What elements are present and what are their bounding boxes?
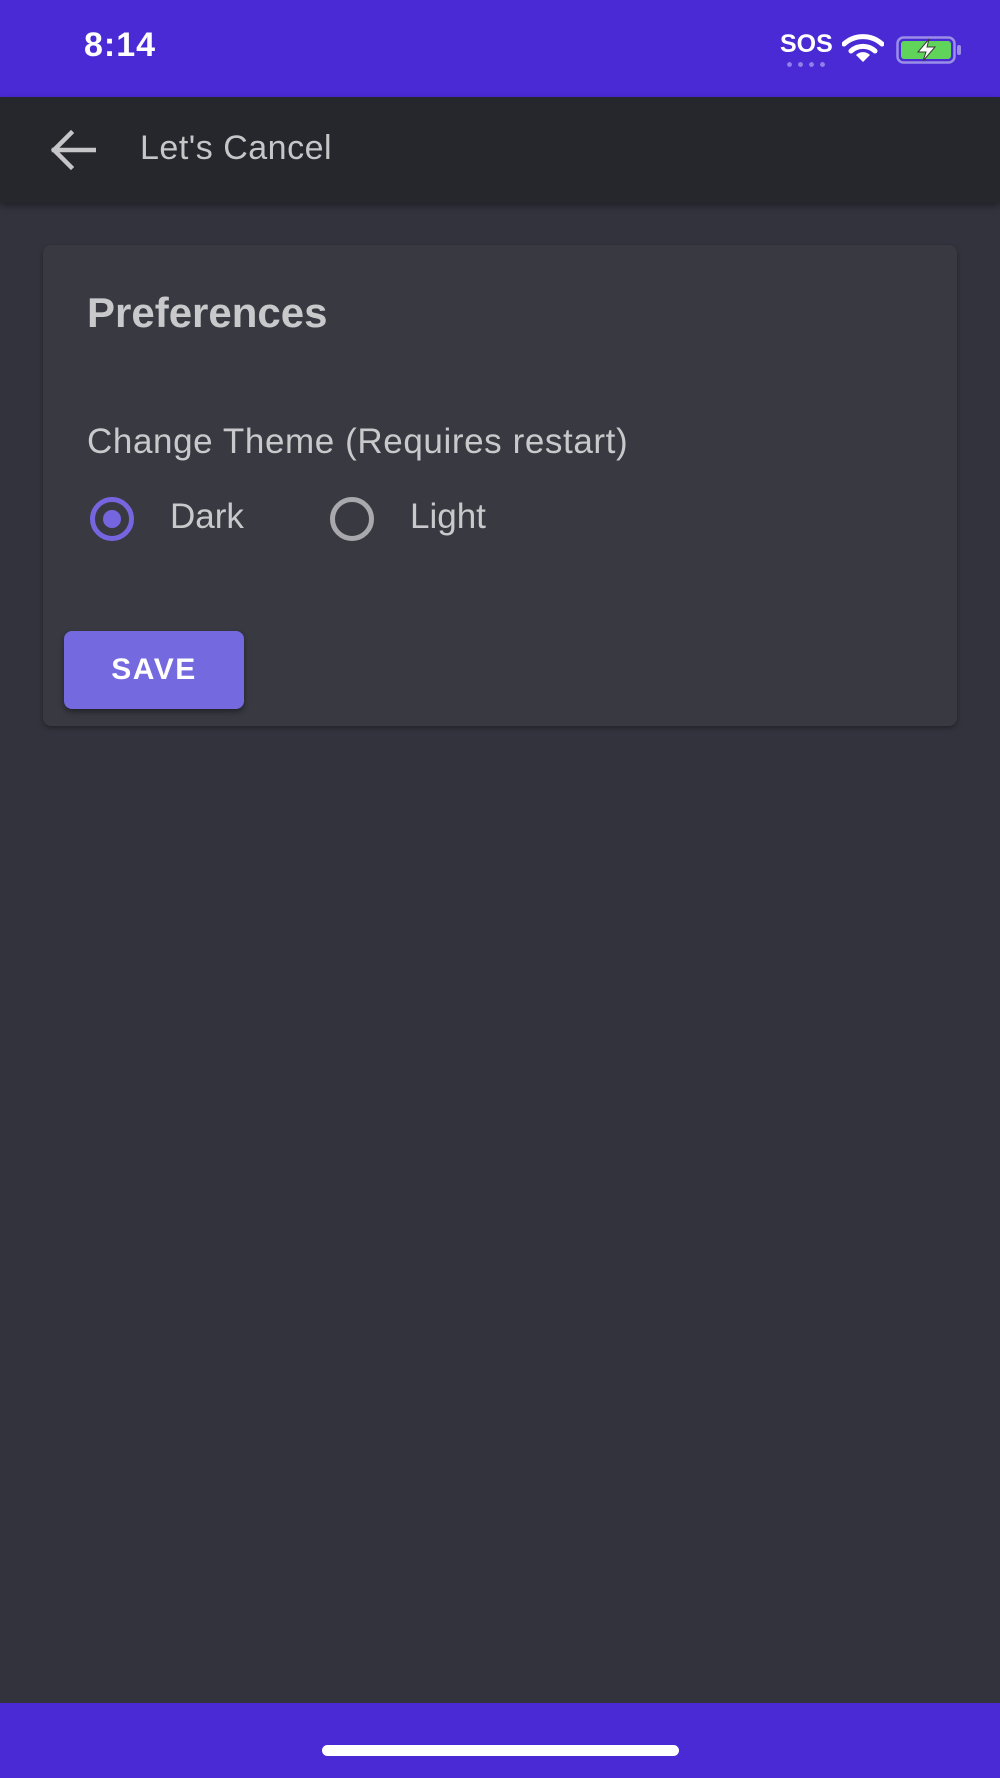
radio-unchecked-icon[interactable] <box>330 497 374 541</box>
preferences-card: Preferences Change Theme (Requires resta… <box>43 245 957 726</box>
sos-label: SOS <box>780 30 833 58</box>
theme-option-label: Light <box>410 497 486 536</box>
arrow-left-icon[interactable] <box>50 129 96 171</box>
preferences-title: Preferences <box>87 289 328 336</box>
battery-charging-icon <box>896 36 961 64</box>
save-button[interactable]: SAVE <box>64 631 244 709</box>
app-bar: Let's Cancel <box>0 97 1000 203</box>
signal-dots <box>784 62 828 67</box>
app-screen: 8:14 SOS Let's Cancel Preferences Change… <box>0 0 1000 1778</box>
theme-label: Change Theme (Requires restart) <box>87 422 629 461</box>
page-title: Let's Cancel <box>140 129 333 167</box>
sos-indicator: SOS <box>780 30 833 70</box>
status-bar: 8:14 SOS <box>0 0 1000 97</box>
wifi-icon <box>842 34 884 62</box>
radio-checked-icon[interactable] <box>90 497 134 541</box>
bottom-bar <box>0 1703 1000 1778</box>
status-time: 8:14 <box>84 26 157 64</box>
theme-option-label: Dark <box>170 497 244 536</box>
home-indicator[interactable] <box>322 1745 679 1756</box>
